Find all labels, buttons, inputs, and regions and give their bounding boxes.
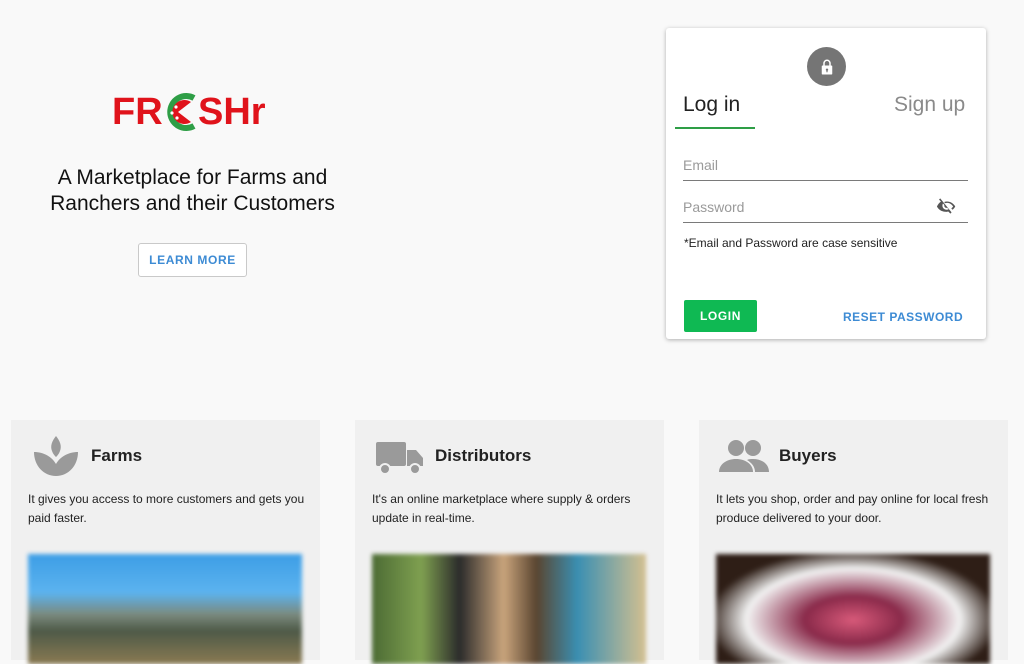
feature-panel-farms: Farms It gives you access to more custom… bbox=[11, 420, 320, 664]
email-input[interactable] bbox=[683, 154, 968, 176]
feature-panel-buyers: Buyers It lets you shop, order and pay o… bbox=[699, 420, 1008, 664]
active-tab-indicator bbox=[675, 127, 755, 129]
distributors-photo-image bbox=[372, 554, 646, 664]
svg-text:FR: FR bbox=[112, 91, 163, 132]
tab-signup[interactable]: Sign up bbox=[894, 93, 965, 117]
feature-title: Distributors bbox=[435, 446, 532, 465]
password-input[interactable] bbox=[683, 196, 933, 218]
case-sensitive-note: *Email and Password are case sensitive bbox=[684, 236, 898, 250]
feature-description: It's an online marketplace where supply … bbox=[372, 492, 631, 525]
sprout-icon bbox=[34, 436, 78, 476]
tab-login[interactable]: Log in bbox=[683, 93, 740, 117]
login-card: Log in Sign up *Email and Password are c… bbox=[666, 28, 986, 339]
reset-password-link[interactable]: RESET PASSWORD bbox=[843, 310, 963, 324]
feature-title: Farms bbox=[91, 446, 143, 465]
login-button[interactable]: LOGIN bbox=[684, 300, 757, 332]
feature-description: It gives you access to more customers an… bbox=[28, 492, 305, 525]
password-field-container bbox=[683, 196, 968, 223]
lock-icon bbox=[807, 47, 846, 86]
truck-icon bbox=[376, 442, 423, 475]
eye-off-icon[interactable] bbox=[936, 196, 958, 218]
salad-photo-image bbox=[716, 554, 990, 664]
learn-more-button[interactable]: LEARN MORE bbox=[138, 243, 247, 277]
feature-panel-distributors: Distributors It's an online marketplace … bbox=[355, 420, 664, 664]
svg-text:SHr: SHr bbox=[198, 91, 266, 132]
feature-title: Buyers bbox=[779, 446, 837, 465]
freshr-logo: FR SHr bbox=[112, 91, 266, 132]
farm-landscape-image bbox=[28, 554, 302, 664]
people-icon bbox=[719, 440, 769, 472]
email-field-container bbox=[683, 154, 968, 181]
feature-description: It lets you shop, order and pay online f… bbox=[716, 492, 989, 525]
tagline: A Marketplace for Farms and Ranchers and… bbox=[50, 166, 335, 215]
